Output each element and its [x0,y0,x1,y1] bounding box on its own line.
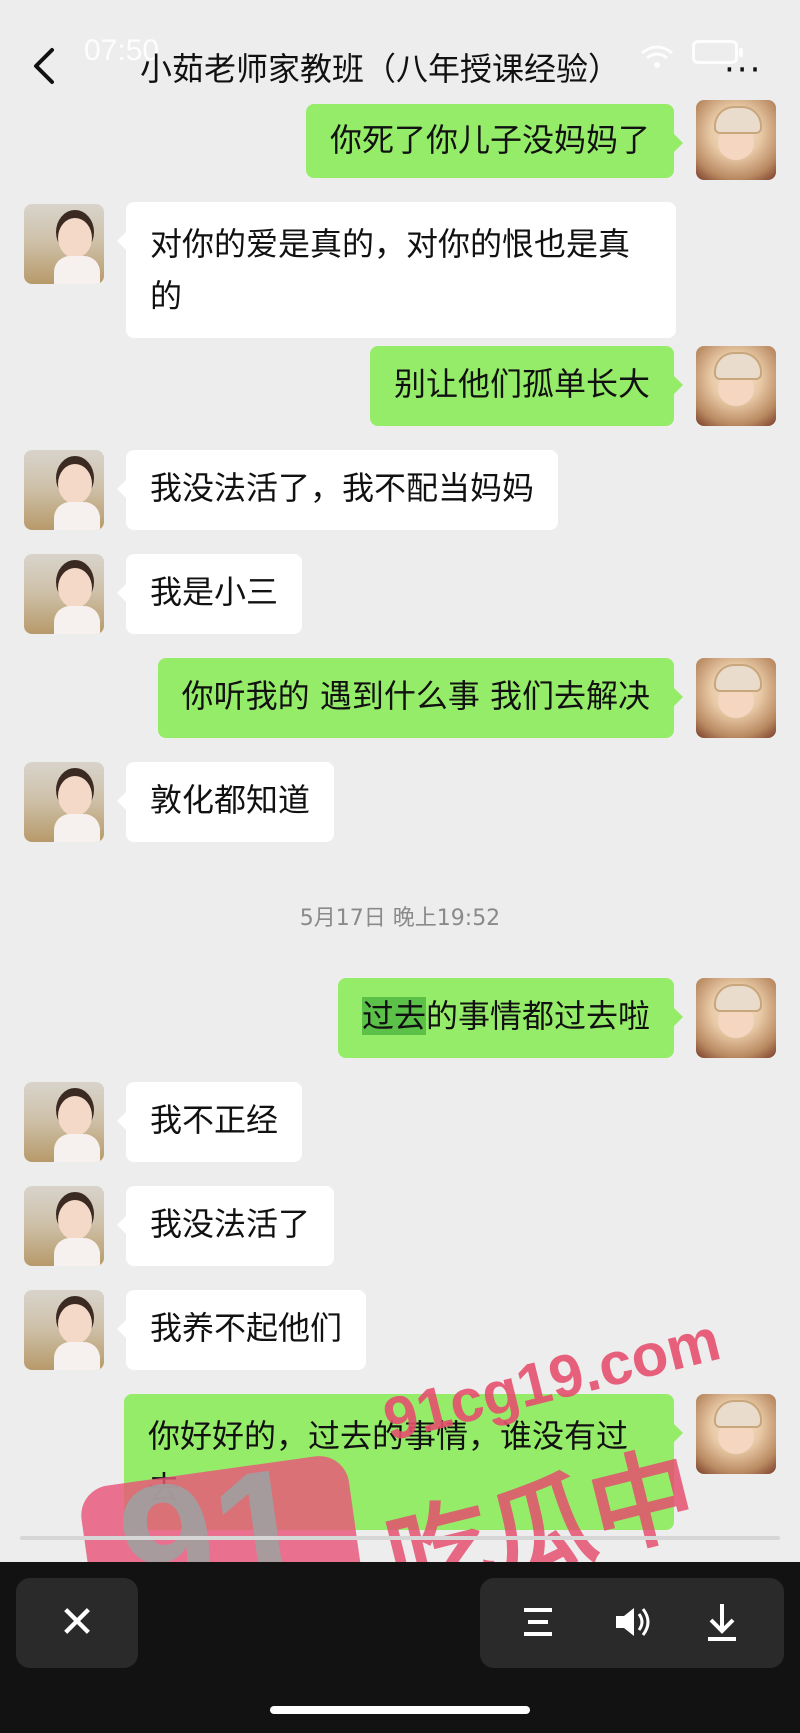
highlighted-text: 过去 [361,997,426,1035]
message-bubble-received[interactable]: 我养不起他们 [116,1290,367,1370]
wifi-icon [641,45,673,68]
message-timestamp: 5月17日 晚上19:52 [299,906,501,931]
message-bubble-received[interactable]: 我不正经 [116,1082,303,1162]
message-bubble-received[interactable]: 敦化都知道 [116,762,335,842]
contact-avatar[interactable] [24,554,104,634]
message-bubble-sent[interactable]: 你听我的 遇到什么事 我们去解决 [157,658,684,738]
contact-avatar[interactable] [24,1290,104,1370]
my-avatar[interactable] [696,346,776,426]
my-avatar[interactable] [696,978,776,1058]
message-text: 的事情都过去啦 [425,997,650,1035]
close-button[interactable]: ✕ [16,1578,138,1668]
contact-avatar[interactable] [24,1082,104,1162]
my-avatar[interactable] [696,100,776,180]
more-options-icon[interactable]: ··· [724,50,762,90]
back-arrow-icon[interactable] [30,46,60,86]
message-bubble-received[interactable]: 对你的爱是真的，对你的恨也是真的 [117,202,676,338]
contact-avatar[interactable] [24,450,104,530]
chat-title: 小茹老师家教班（八年授课经验） [140,50,621,88]
message-bubble-sent[interactable]: 你死了你儿子没妈妈了 [305,104,684,178]
message-bubble-sent[interactable]: 过去的事情都过去啦 [337,978,684,1058]
contact-avatar[interactable] [24,204,104,284]
message-bubble-received[interactable]: 我没法活了，我不配当妈妈 [116,450,559,530]
message-bubble-received[interactable]: 我没法活了 [116,1186,335,1266]
message-bubble-received[interactable]: 我是小三 [116,554,303,634]
menu-icon[interactable] [512,1596,564,1648]
progress-track[interactable] [20,1536,780,1540]
message-bubble-sent[interactable]: 别让他们孤单长大 [369,346,684,426]
contact-avatar[interactable] [24,1186,104,1266]
close-icon: ✕ [58,1597,96,1648]
home-indicator[interactable] [270,1706,530,1714]
download-icon[interactable] [696,1596,748,1648]
my-avatar[interactable] [696,658,776,738]
volume-icon[interactable] [606,1596,658,1648]
contact-avatar[interactable] [24,762,104,842]
